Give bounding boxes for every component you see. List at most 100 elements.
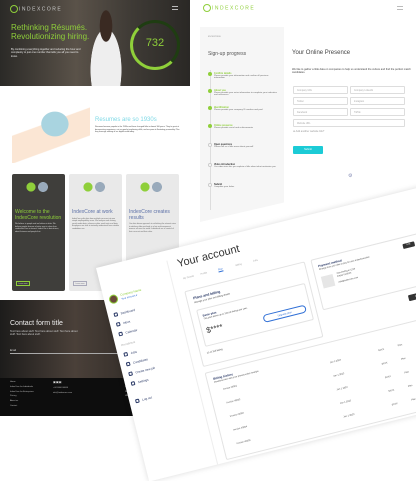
nav-label: Create new job: [134, 365, 156, 375]
nav-icon: [128, 371, 134, 377]
step-desc: Our video intro lets you explain a littl…: [214, 166, 276, 168]
step-dot-icon: [208, 106, 212, 110]
card-illustration: [136, 180, 166, 194]
hero-photo: [82, 6, 130, 86]
tab-my-details[interactable]: My Details: [183, 275, 195, 281]
account-title: Your account: [176, 242, 241, 270]
nav-icon: [125, 361, 131, 367]
upgrade-plan-button[interactable]: Upgrade plan: [262, 304, 307, 323]
form-field[interactable]: Website URL: [293, 119, 405, 127]
nav-item[interactable]: Dashboard: [113, 307, 136, 318]
card-text: IndexCore pulls data from multiple sourc…: [72, 217, 119, 230]
nav-item[interactable]: Jobs: [123, 350, 137, 357]
plan-price: $****: [205, 322, 224, 336]
progress-step[interactable]: Identification Please provide your compan…: [208, 106, 278, 111]
submit-button[interactable]: Submit: [293, 146, 323, 154]
nav-label: Settings: [137, 377, 149, 385]
nav-icon: [118, 331, 124, 337]
step-desc: Complete your Index: [214, 186, 235, 188]
tab-plan[interactable]: Plan: [217, 267, 224, 273]
card-title: IndexCore creates results: [129, 209, 170, 221]
nav-label: Dashboard: [120, 307, 136, 316]
learn-more-button[interactable]: Learn more: [73, 281, 87, 286]
logo-text: INDEXCORE: [212, 5, 256, 12]
add-website-link[interactable]: ⊕ Add another website link?: [293, 130, 324, 133]
avatar: [108, 293, 120, 305]
signup-logo[interactable]: INDEXCORE: [203, 4, 255, 12]
form-field[interactable]: TikTok: [350, 108, 405, 116]
nav-item[interactable]: Candidates: [125, 357, 149, 367]
nav-icon: [113, 312, 119, 318]
footer-email[interactable]: info@indexcore.com: [53, 391, 72, 396]
download-all-button[interactable]: Download all: [407, 289, 416, 302]
card-illustration: [22, 180, 52, 194]
progress-step[interactable]: Open questions Please tell us a little mo…: [208, 143, 278, 148]
progress-step[interactable]: Confirm details Please provide your infor…: [208, 72, 278, 79]
payment-card: Payment method Change how you'd like to …: [310, 233, 416, 311]
step-dot-icon: [208, 183, 212, 187]
hero-text: By combining everything together and red…: [11, 48, 81, 58]
nav-icon: [115, 322, 121, 327]
logo[interactable]: INDEXCORE: [10, 5, 62, 13]
tab-billing[interactable]: Billing: [235, 263, 242, 267]
info-card: Welcome to the IndexCore revolution We be…: [12, 174, 65, 291]
resumes-title: Resumes are so 1930s: [95, 117, 157, 123]
contact-text: Text here about stuff. Text here about s…: [10, 330, 78, 336]
footer-link[interactable]: IndexCore for Individuals: [10, 385, 34, 390]
form-field[interactable]: Company URL: [293, 86, 348, 94]
form-field[interactable]: Company LinkedIn: [350, 86, 405, 94]
form-field[interactable]: Instagram: [350, 97, 405, 105]
card-illustration: [79, 180, 109, 194]
score-value: 732: [145, 37, 165, 49]
step-dot-icon: [208, 72, 212, 76]
payment-email: info@indexcore.com: [338, 276, 359, 284]
email-input[interactable]: Email: [10, 348, 125, 354]
step-desc: Please tell us a little more about yours…: [214, 146, 254, 148]
resumes-text: Resumes became popular in the 1930s and …: [95, 126, 180, 133]
form-field[interactable]: Twitter: [293, 97, 348, 105]
learn-more-button[interactable]: Learn more: [16, 281, 30, 286]
card-text: Our data driven approach to rethinking t…: [129, 223, 176, 233]
step-desc: Please provide social and achievements: [214, 127, 254, 129]
step-dot-icon: [208, 163, 212, 167]
edit-payment-button[interactable]: Edit: [402, 241, 416, 250]
nav-item[interactable]: Create new job: [128, 365, 156, 377]
logout-icon: [135, 398, 140, 404]
card-title: Welcome to the IndexCore revolution: [15, 209, 62, 221]
step-dot-icon: [208, 143, 212, 147]
progress-step[interactable]: Video introduction Our video intro lets y…: [208, 163, 278, 168]
nav-label: Inbox: [122, 319, 131, 326]
section-label: ENTERPRISE: [208, 36, 221, 38]
footer-link[interactable]: Contact: [10, 404, 34, 409]
logout-button[interactable]: Log out: [135, 395, 153, 404]
menu-icon[interactable]: [397, 6, 403, 10]
social-icons[interactable]: ▣▣▣: [53, 380, 62, 385]
form-field[interactable]: Facebook: [293, 108, 348, 116]
tab-jobs[interactable]: Jobs: [253, 259, 259, 263]
step-dot-icon: [208, 89, 212, 93]
step-dot-icon: [208, 124, 212, 128]
nav-item[interactable]: Inbox: [115, 319, 131, 327]
step-desc: Please provide your information and conf…: [214, 75, 269, 79]
hero-headline: Rethinking Résumés. Revolutionizing hirin…: [11, 23, 90, 41]
nav-item[interactable]: Calendar: [118, 328, 138, 337]
progress-step[interactable]: Online presence Please provide social and…: [208, 124, 278, 129]
nav-label: Candidates: [132, 357, 149, 365]
menu-icon[interactable]: [172, 6, 178, 10]
card-title: IndexCore at work: [72, 209, 113, 215]
nav-icon: [123, 352, 129, 357]
nav-item[interactable]: Settings: [130, 377, 149, 387]
nav-label: Log out: [141, 395, 153, 402]
nav-icon: [130, 381, 136, 387]
nav-section-label: Recruitment: [121, 340, 136, 348]
hero-section: INDEXCORE Rethinking Résumés. Revolutioni…: [0, 0, 190, 86]
card-text: We believe in people and we believe in d…: [15, 223, 59, 233]
card-icon: [320, 273, 336, 289]
progress-step[interactable]: Submit Complete your Index: [208, 183, 278, 188]
nav-label: Jobs: [130, 349, 138, 356]
nav-label: Calendar: [125, 327, 138, 335]
tab-profile[interactable]: Profile: [200, 271, 207, 276]
progress-step[interactable]: About you Please provide your extra infor…: [208, 89, 278, 96]
progress-title: Sign-up progress: [208, 51, 247, 57]
score-ring: 732: [130, 20, 180, 70]
